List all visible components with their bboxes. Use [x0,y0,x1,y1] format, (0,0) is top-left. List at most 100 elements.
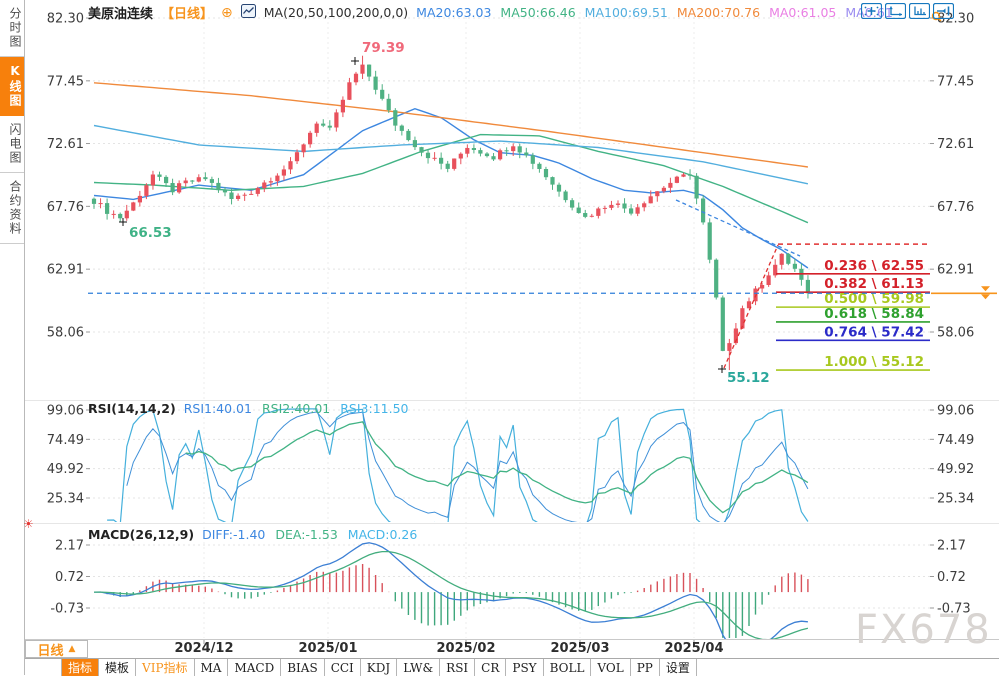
macd-diff-line [94,543,808,653]
ma-values: MA20:63.03 MA50:66.46 MA100:69.51 MA200:70.… [416,5,893,20]
period-tag: 【日线】 [161,3,213,22]
fib-level-label: 1.000 \ 55.12 [824,354,924,370]
toolbar-tab-cr[interactable]: CR [475,659,506,676]
y-tick-label-right: 58.06 [937,326,974,341]
sidebar-tab-contract-info[interactable]: 合约资料 [0,173,24,244]
toolbar-tab-templates[interactable]: 模板 [99,659,136,676]
price-annotation: 66.53 [129,225,172,241]
toolbar-tab-pp[interactable]: PP [631,659,660,676]
y-tick-label-right: 67.76 [937,200,974,215]
y-tick-label-left: 82.30 [47,12,84,27]
trendline[interactable] [676,200,800,256]
y-tick-label-left: 62.91 [47,263,84,278]
sidebar-tab-flash[interactable]: 闪电图 [0,116,24,173]
rsi2-line [186,422,808,513]
annotation-cross-marker [351,57,359,65]
y-tick-label-right: 0.72 [937,570,966,585]
macd-panel [94,543,808,653]
rsi-panel-header: RSI(14,14,2) RSI1:40.01 RSI2:40.01 RSI3:11… [88,401,409,416]
date-labels: 2024/122025/012025/022025/032025/04 [0,640,999,658]
ma-value-chip: MA0:61.05 [769,5,836,20]
main-price-panel [92,56,810,370]
toolbar-tab-vol[interactable]: VOL [591,659,630,676]
rsi-title: RSI(14,14,2) [88,401,176,416]
x-axis-scale-tool-icon[interactable] [909,3,930,19]
bottom-toolbar-tabs: 指标模板VIP指标MAMACDBIASCCIKDJLW&RSICRPSYBOLL… [25,658,999,676]
ma-value-chip: MA50:66.46 [500,5,575,20]
y-tick-label-left: 0.72 [55,570,84,585]
ma-line-ma100 [94,126,808,184]
overlay-layer: 0.236 \ 62.550.382 \ 61.130.500 \ 59.980… [88,13,997,387]
y-tick-label-left: 74.49 [47,433,84,448]
toolbar-tab-cci[interactable]: CCI [325,659,361,676]
y-tick-label-left: 49.92 [47,462,84,477]
toolbar-tab-ma[interactable]: MA [195,659,229,676]
rsi1-line [127,412,808,524]
toolbar-tab-vip-indicators[interactable]: VIP指标 [136,659,194,676]
chart-type-icon[interactable] [241,4,256,21]
date-axis-label: 2024/12 [162,641,246,656]
left-sidebar: 分时图K线图闪电图合约资料 [0,0,25,675]
fib-level-label: 0.764 \ 57.42 [824,324,924,340]
fib-level-label: 0.618 \ 58.84 [824,306,924,322]
macd-title: MACD(26,12,9) [88,527,194,542]
date-axis-label: 2025/04 [652,641,736,656]
sidebar-tab-time-share[interactable]: 分时图 [0,0,24,57]
y-tick-label-left: 2.17 [55,539,84,554]
rsi-panel [107,409,808,528]
ma-value-chip: MA20:63.03 [416,5,491,20]
toolbar-tab-macd[interactable]: MACD [228,659,281,676]
macd-value-chip: DEA:-1.53 [275,527,337,542]
y-tick-label-right: 2.17 [937,539,966,554]
y-tick-label-left: 58.06 [47,326,84,341]
macd-dea-line [94,552,808,640]
toolbar-tab-boll[interactable]: BOLL [544,659,592,676]
toolbar-tab-kdj[interactable]: KDJ [361,659,397,676]
fib-level-label: 0.382 \ 61.13 [824,276,924,292]
toolbar-tab-bias[interactable]: BIAS [281,659,324,676]
y-tick-label-left: 25.34 [47,492,84,507]
toolbar-tab-psy[interactable]: PSY [506,659,543,676]
macd-value-chip: DIFF:-1.40 [202,527,265,542]
trading-app: 82.3082.3077.4577.4572.6172.6167.7667.76… [0,0,999,675]
jump-to-latest-tool-icon[interactable] [933,3,954,19]
ma-value-chip: MA100:69.51 [585,5,668,20]
chart-header: 美原油连续 【日线】 ⊕ MA(20,50,100,200,0,0) MA20:… [88,3,893,22]
date-axis-row: 日线 ▲ 2024/122025/012025/022025/032025/04 [0,640,999,658]
indicator-alert-icon[interactable]: ☀ [23,518,34,530]
y-tick-label-left: -0.73 [50,602,84,617]
macd-value-chip: MACD:0.26 [348,527,418,542]
expand-icon[interactable]: ⊕ [221,6,233,20]
y-axis-scale-tool-icon[interactable] [885,3,906,19]
y-tick-label-left: 72.61 [47,137,84,152]
ma-params: MA(20,50,100,200,0,0) [264,5,408,20]
rsi-value-chip: RSI2:40.01 [262,401,330,416]
rsi-value-chip: RSI1:40.01 [184,401,252,416]
y-tick-label-right: 62.91 [937,263,974,278]
macd-values: DIFF:-1.40 DEA:-1.53 MACD:0.26 [202,527,417,542]
candlestick-layer [92,56,810,370]
y-tick-label-right: 72.61 [937,137,974,152]
y-tick-label-right: 77.45 [937,74,974,89]
toolbar-spacer [25,659,62,676]
ma-value-chip: MA200:70.76 [677,5,760,20]
price-chart-canvas: 82.3082.3077.4577.4572.6172.6167.7667.76… [0,0,999,660]
rsi-value-chip: RSI3:11.50 [340,401,408,416]
macd-panel-header: MACD(26,12,9) DIFF:-1.40 DEA:-1.53 MACD:0.… [88,527,417,542]
toolbar-tab-indicators[interactable]: 指标 [62,659,99,676]
chart-toolbar-icons [861,3,954,19]
macd-histogram [94,564,808,638]
crosshair-tool-icon[interactable] [861,3,882,19]
rsi-values: RSI1:40.01 RSI2:40.01 RSI3:11.50 [184,401,409,416]
chart-mode-tabs: 分时图K线图闪电图合约资料 [0,0,24,244]
date-axis-label: 2025/02 [424,641,508,656]
toolbar-tab-settings[interactable]: 设置 [660,659,697,676]
y-tick-label-left: 99.06 [47,404,84,419]
date-axis-label: 2025/03 [538,641,622,656]
sidebar-tab-kline[interactable]: K线图 [0,57,24,116]
toolbar-tab-lw[interactable]: LW& [397,659,440,676]
ma-line-ma50 [94,135,808,223]
price-annotation: 55.12 [727,370,770,386]
y-tick-label-right: 74.49 [937,433,974,448]
toolbar-tab-rsi[interactable]: RSI [440,659,475,676]
